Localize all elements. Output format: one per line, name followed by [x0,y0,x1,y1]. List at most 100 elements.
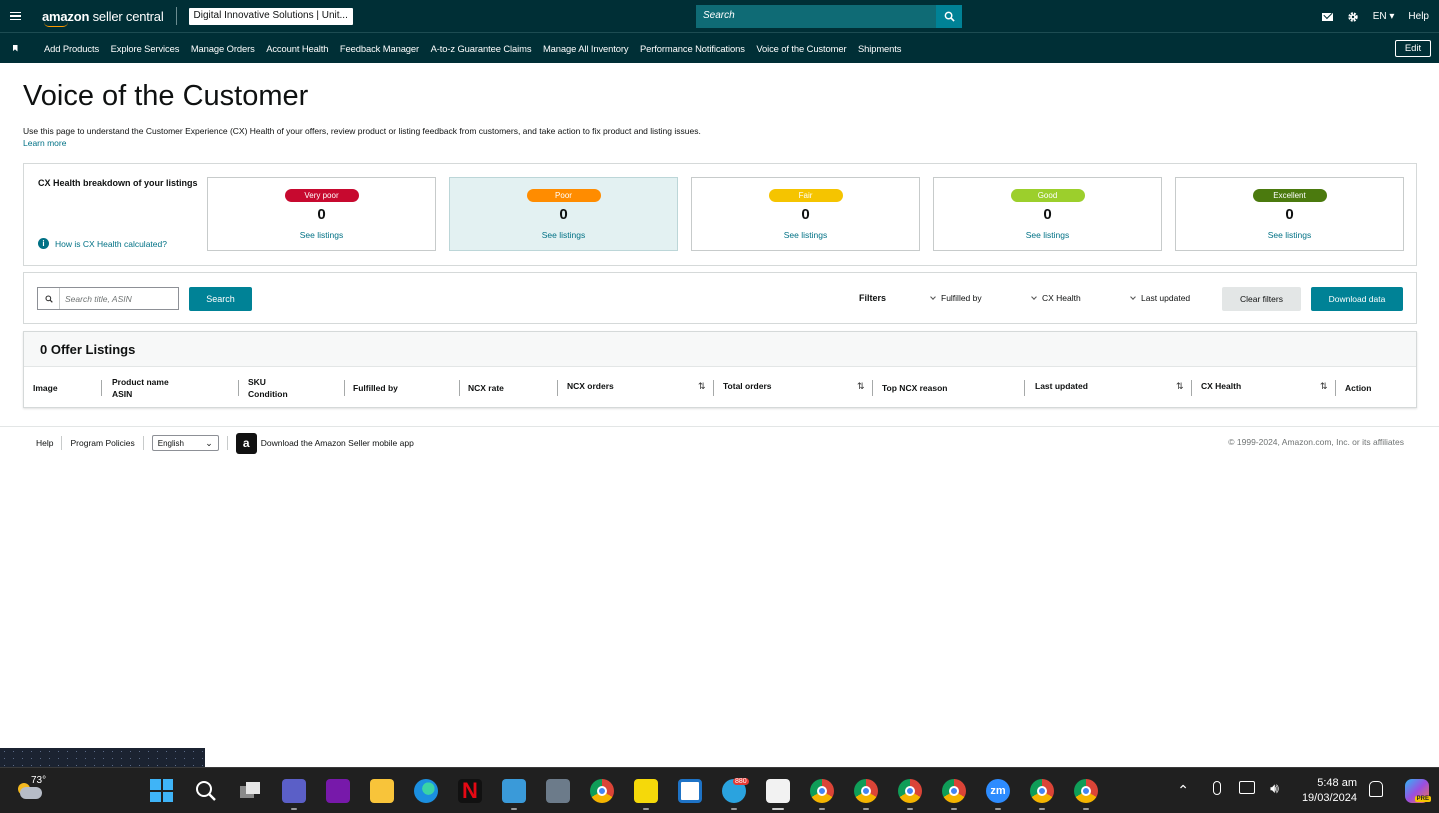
header-utilities: EN ▾ Help [1321,0,1429,33]
messages-button[interactable] [1321,12,1333,21]
divider [226,436,228,450]
col-sku[interactable]: SKU Condition [248,368,288,407]
col-ncx-rate[interactable]: NCX rate [468,368,504,407]
temperature: 73° [31,775,47,786]
footer-help-link[interactable]: Help [36,438,53,448]
col-cx-health[interactable]: CX Health [1201,366,1241,405]
account-switcher[interactable]: Digital Innovative Solutions | Unit... [188,7,353,25]
teams-icon[interactable] [282,779,306,803]
search-taskbar-icon[interactable] [194,779,218,803]
sort-icon[interactable]: ⇅ [1176,381,1184,392]
poor-count: 0 [559,206,568,223]
col-total-orders[interactable]: Total orders [723,366,772,405]
chrome-profile-3-icon[interactable] [898,779,922,803]
col-ncx-orders[interactable]: NCX orders [567,366,614,405]
edge-icon[interactable] [414,779,438,803]
running-indicator [951,808,957,810]
bookmarks-nav: Add Products Explore Services Manage Ord… [0,33,1439,63]
network-icon[interactable] [1239,781,1255,794]
program-policies-link[interactable]: Program Policies [70,438,134,448]
chrome-profile-2-icon[interactable] [854,779,878,803]
nav-account-health[interactable]: Account Health [266,43,328,54]
sort-icon[interactable]: ⇅ [1320,381,1328,392]
global-search-input[interactable]: Search [696,5,936,28]
listing-search-input[interactable]: Search title, ASIN [37,287,179,310]
volume-icon[interactable]: 🔊︎ [1270,780,1279,797]
help-link[interactable]: Help [1408,11,1429,22]
cx-health-dropdown[interactable]: CX Health [1031,293,1081,303]
mobile-app-link[interactable]: Download the Amazon Seller mobile app [261,438,414,448]
nav-shipments[interactable]: Shipments [858,43,902,54]
chevron-up-icon[interactable]: ⌃ [1177,782,1189,799]
logo-seller-central-text: seller central [89,8,164,24]
ringcentral-icon[interactable] [678,779,702,803]
listing-search-button[interactable]: Search [189,287,252,311]
microphone-icon[interactable] [1213,781,1221,795]
good-see-listings-link[interactable]: See listings [934,230,1161,240]
netflix-icon[interactable]: N [458,779,482,803]
windows-start-icon[interactable] [150,779,173,802]
file-explorer-icon[interactable] [370,779,394,803]
fair-see-listings-link[interactable]: See listings [692,230,919,240]
sort-icon[interactable]: ⇅ [857,381,865,392]
poor-badge: Poor [526,189,601,202]
clear-filters-button[interactable]: Clear filters [1222,287,1301,311]
edit-nav-button[interactable]: Edit [1395,40,1431,57]
tile-good[interactable]: Good 0 See listings [933,177,1162,251]
snipping-tool-icon[interactable] [766,779,790,803]
chrome-icon[interactable] [590,779,614,803]
search-button[interactable] [936,5,962,28]
tile-excellent[interactable]: Excellent 0 See listings [1175,177,1404,251]
onenote-icon[interactable] [326,779,350,803]
footer-language-select[interactable]: English ⌄ [151,435,219,451]
column-divider [1024,380,1025,396]
seller-central-logo[interactable]: amazon seller central [42,8,164,27]
footer: Help Program Policies English ⌄ a Downlo… [36,432,414,454]
tile-fair[interactable]: Fair 0 See listings [691,177,920,251]
notepad-icon[interactable] [502,779,526,803]
chrome-profile-5-icon[interactable] [1030,779,1054,803]
tile-very-poor[interactable]: Very poor 0 See listings [207,177,436,251]
sort-icon[interactable]: ⇅ [698,381,706,392]
excellent-see-listings-link[interactable]: See listings [1176,230,1403,240]
fair-badge: Fair [768,189,843,202]
very-poor-see-listings-link[interactable]: See listings [208,230,435,240]
cx-health-calculation-link[interactable]: i How is CX Health calculated? [38,238,167,249]
nav-voice-of-customer[interactable]: Voice of the Customer [756,43,846,54]
zoom-icon[interactable]: zm [986,779,1010,803]
chrome-profile-1-icon[interactable] [810,779,834,803]
nav-feedback-manager[interactable]: Feedback Manager [340,43,419,54]
running-indicator [907,808,913,810]
task-view-icon[interactable] [238,779,262,803]
nav-manage-inventory[interactable]: Manage All Inventory [543,43,629,54]
language-selector[interactable]: EN ▾ [1373,11,1395,22]
poor-see-listings-link[interactable]: See listings [450,230,677,240]
menu-icon[interactable] [0,0,30,33]
col-product-name[interactable]: Product name ASIN [112,368,169,407]
sticky-notes-icon[interactable] [634,779,658,803]
chrome-profile-4-icon[interactable] [942,779,966,803]
system-clock[interactable]: 5:48 am 19/03/2024 [1302,776,1357,806]
amazon-app-icon[interactable]: a [235,432,257,454]
nav-manage-orders[interactable]: Manage Orders [191,43,255,54]
nav-atoz-claims[interactable]: A-to-z Guarantee Claims [431,43,532,54]
tile-poor[interactable]: Poor 0 See listings [449,177,678,251]
learn-more-link[interactable]: Learn more [23,138,66,148]
download-data-button[interactable]: Download data [1311,287,1403,311]
col-last-updated[interactable]: Last updated [1035,366,1088,405]
col-fulfilled-by[interactable]: Fulfilled by [353,368,398,407]
col-top-ncx-reason[interactable]: Top NCX reason [882,368,948,407]
last-updated-dropdown[interactable]: Last updated [1130,293,1190,303]
chrome-profile-6-icon[interactable] [1074,779,1098,803]
fulfilled-by-dropdown[interactable]: Fulfilled by [930,293,982,303]
nav-performance-notifications[interactable]: Performance Notifications [640,43,745,54]
nav-explore-services[interactable]: Explore Services [111,43,180,54]
settings-button[interactable] [1347,11,1359,23]
notification-bell-icon[interactable] [1369,781,1383,797]
excellent-count: 0 [1285,206,1294,223]
col-condition-label: Condition [248,388,288,399]
nav-add-products[interactable]: Add Products [44,43,99,54]
calculator-icon[interactable] [546,779,570,803]
running-indicator [291,808,297,810]
bookmark-icon[interactable] [0,44,30,52]
